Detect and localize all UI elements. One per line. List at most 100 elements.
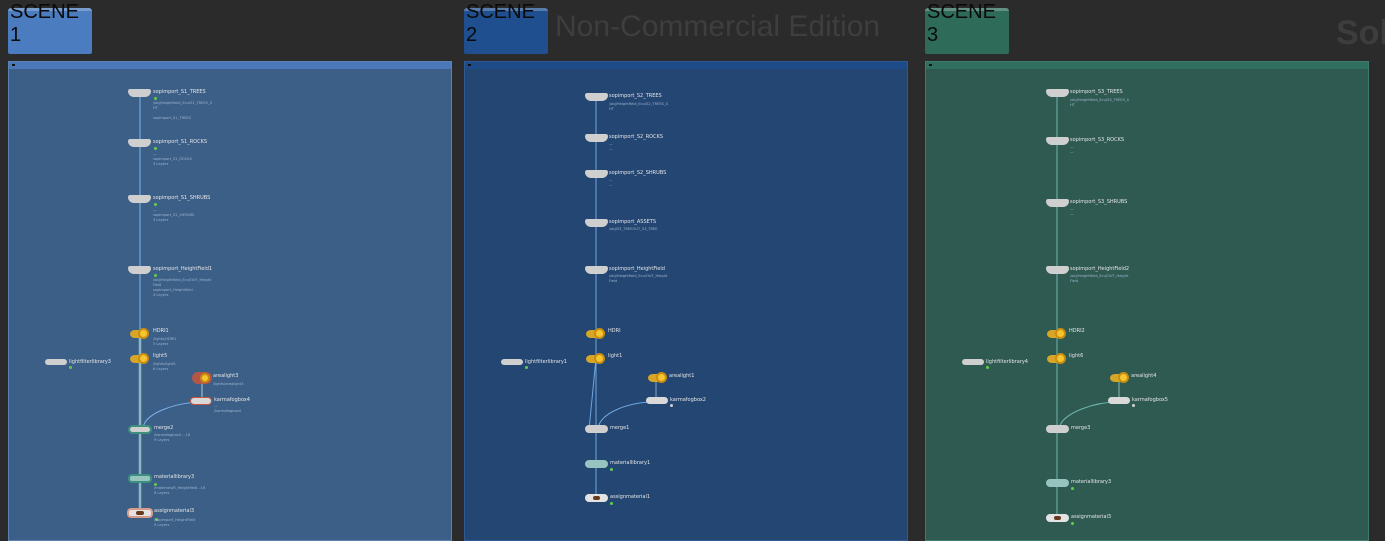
node-info: /obj/Heightfield_Ecu/OUT_Height Field bbox=[609, 274, 668, 283]
node-label: materiallibrary3 bbox=[154, 474, 195, 480]
status-dot bbox=[154, 97, 157, 100]
node-info: /lights/light5 6 Layers bbox=[153, 362, 176, 371]
node-info: — — bbox=[609, 178, 613, 187]
watermark-text-right: Sol bbox=[1336, 14, 1385, 52]
tab-label: SCENE 3 bbox=[927, 1, 996, 46]
watermark-text: Non-Commercial Edition bbox=[555, 10, 881, 43]
network-box-scene-3[interactable]: sopimport_S3_TREES /obj/Heightfield_Ecu/… bbox=[925, 61, 1369, 541]
node-label: sopimport_S1_SHRUBS bbox=[153, 195, 211, 201]
node-label: materiallibrary3 bbox=[1071, 479, 1112, 485]
status-dot bbox=[1132, 404, 1135, 407]
material-icon bbox=[593, 496, 600, 500]
node-info: — sopimport_S1_SHRUBS 3 Layers bbox=[153, 208, 195, 222]
wires bbox=[588, 98, 657, 498]
tab-label: SCENE 2 bbox=[466, 1, 535, 46]
light-bulb-icon bbox=[1055, 353, 1066, 364]
node-info: /lights/arealight3 bbox=[213, 382, 244, 386]
light-bulb-icon bbox=[594, 328, 605, 339]
light-bulb-icon bbox=[1118, 372, 1129, 383]
network-box-scene-2[interactable]: sopimport_S2_TREES /obj/Heightfield_Ecu/… bbox=[464, 61, 908, 541]
status-dot bbox=[670, 404, 673, 407]
network-box-header[interactable] bbox=[926, 62, 1368, 69]
network-box-header[interactable] bbox=[9, 62, 451, 69]
node-info: /obj/Heightfield_Ecu/S3_TREES_S HT bbox=[1070, 98, 1130, 107]
node-label: assignmaterial3 bbox=[154, 508, 195, 514]
node-label: sopimport_ASSETS bbox=[609, 219, 657, 225]
status-dot bbox=[986, 366, 989, 369]
node-label: lightfilterlibrary1 bbox=[525, 359, 567, 365]
node-label: assignmaterial3 bbox=[1071, 514, 1112, 520]
node-label: lightfilterlibrary3 bbox=[69, 359, 111, 365]
light-bulb-icon bbox=[138, 328, 149, 339]
node-info: /karmafogbox4 ...16 9 Layers bbox=[154, 433, 191, 442]
node-label: merge3 bbox=[1071, 425, 1091, 431]
status-dot bbox=[154, 203, 157, 206]
node-info: — — bbox=[1070, 207, 1074, 216]
node-info: /sopimport_HeightField 9 Layers bbox=[154, 518, 196, 527]
status-dot bbox=[1071, 487, 1074, 490]
node-info: /lights/HDRI1 5 Layers bbox=[153, 337, 177, 346]
tab-scene-1[interactable]: SCENE 1 bbox=[8, 1, 92, 54]
node-info: — — bbox=[1070, 145, 1074, 154]
node-label: merge1 bbox=[610, 425, 630, 431]
node-info: — — bbox=[609, 142, 613, 151]
node-label: sopimport_S3_ROCKS bbox=[1070, 137, 1125, 143]
collapse-icon[interactable] bbox=[468, 64, 471, 66]
node-label: arealight3 bbox=[213, 373, 239, 379]
tab-scene-3[interactable]: SCENE 3 bbox=[925, 1, 1009, 54]
node-info: — /karmafogbox4 bbox=[214, 404, 242, 413]
node-label: sopimport_S3_SHRUBS bbox=[1070, 199, 1128, 205]
status-dot bbox=[610, 468, 613, 471]
node-label: lightfilterlibrary4 bbox=[986, 359, 1028, 365]
node-info: /materials/R_Heightfield...16 8 Layers bbox=[154, 486, 206, 495]
status-dot bbox=[1071, 522, 1074, 525]
network-box-header[interactable] bbox=[465, 62, 907, 69]
collapse-icon[interactable] bbox=[12, 64, 15, 66]
node-label: karmafogbox2 bbox=[670, 397, 706, 403]
node-label: karmafogbox5 bbox=[1132, 397, 1168, 403]
node-label: arealight1 bbox=[669, 373, 695, 379]
material-icon bbox=[1054, 516, 1061, 520]
status-dot bbox=[154, 274, 157, 277]
status-dot bbox=[525, 366, 528, 369]
light-bulb-icon bbox=[200, 373, 210, 383]
network-box-scene-1[interactable]: sopimport_S1_TREES /obj/Heightfield_Ecu/… bbox=[8, 61, 452, 541]
status-dot bbox=[154, 147, 157, 150]
node-label: karmafogbox4 bbox=[214, 397, 250, 403]
light-bulb-icon bbox=[656, 372, 667, 383]
wires bbox=[1056, 94, 1120, 520]
node-label: assignmaterial1 bbox=[610, 494, 651, 500]
node-label: sopimport_S2_TREES bbox=[609, 93, 662, 99]
tab-label: SCENE 1 bbox=[10, 1, 79, 46]
node-label: HDRI1 bbox=[153, 328, 169, 334]
node-info: /obj/Heightfield_Ecu/OUT_Height Field bbox=[1070, 274, 1129, 283]
material-icon bbox=[136, 511, 144, 515]
node-label: sopimport_S2_SHRUBS bbox=[609, 170, 667, 176]
status-dot bbox=[610, 502, 613, 505]
node-info: /obj/Heightfield_Ecu/OUT_Height Field so… bbox=[153, 278, 212, 297]
node-label: sopimport_HeightField1 bbox=[153, 266, 213, 272]
node-info: /obj/Heightfield_Ecu/S1_TREES_S HT sopim… bbox=[153, 101, 213, 120]
status-dot bbox=[69, 366, 72, 369]
node-label: merge2 bbox=[154, 425, 174, 431]
node-label: arealight4 bbox=[1131, 373, 1157, 379]
node-info: — sopimport_S1_ROCKS 3 Layers bbox=[153, 152, 192, 166]
tab-scene-2[interactable]: SCENE 2 bbox=[464, 1, 548, 54]
node-label: light6 bbox=[1069, 353, 1084, 359]
collapse-icon[interactable] bbox=[929, 64, 932, 66]
light-bulb-icon bbox=[594, 353, 605, 364]
node-label: light5 bbox=[153, 353, 168, 359]
node-label: sopimport_S3_TREES bbox=[1070, 89, 1123, 95]
light-bulb-icon bbox=[138, 353, 149, 364]
node-label: sopimport_HeightField2 bbox=[1070, 266, 1130, 272]
light-bulb-icon bbox=[1055, 328, 1066, 339]
node-info: /obj/S3_TREEOUT_S3_TREE bbox=[609, 227, 658, 231]
node-info: /obj/Heightfield_Ecu/S2_TREES_S HT bbox=[609, 102, 669, 111]
node-label: light1 bbox=[608, 353, 623, 359]
wires bbox=[138, 95, 203, 514]
node-label: HDRI bbox=[608, 328, 621, 334]
node-label: sopimport_S1_ROCKS bbox=[153, 139, 208, 145]
node-label: sopimport_S1_TREES bbox=[153, 89, 206, 95]
node-label: HDRI2 bbox=[1069, 328, 1085, 334]
node-label: sopimport_S2_ROCKS bbox=[609, 134, 664, 140]
